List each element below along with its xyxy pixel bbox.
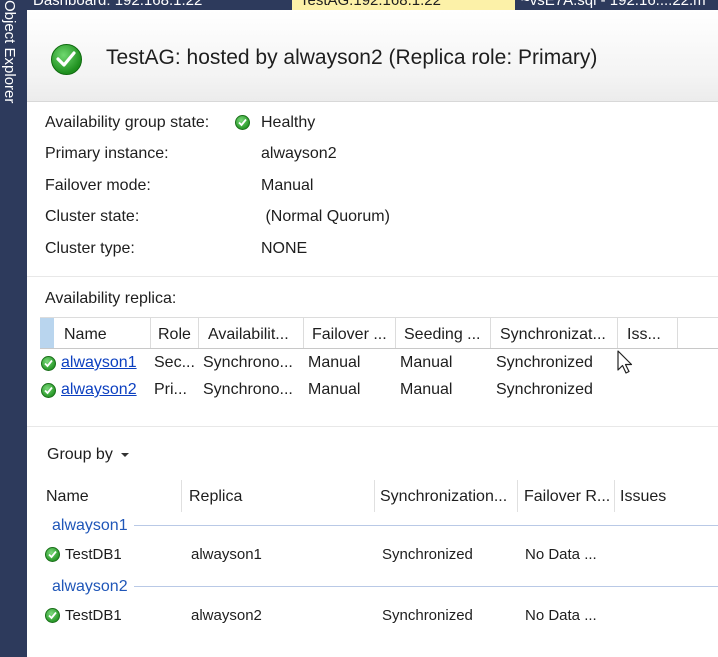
col-seeding[interactable]: Seeding ... [404,326,490,344]
col-failover[interactable]: Failover ... [312,326,392,344]
tab-dashboard[interactable]: Dashboard: 192.168.1.22 [33,0,288,10]
healthy-check-icon [51,44,82,75]
cluster-type-value: NONE [261,240,308,257]
database-name: TestDB1 [65,607,122,624]
section-divider [27,276,718,277]
replica-availability: Synchrono... [203,381,293,398]
replica-role: Sec... [154,354,194,371]
group-header-alwayson1[interactable]: alwayson1 [52,517,128,535]
healthy-check-icon [45,547,60,562]
database-replica: alwayson2 [191,607,262,624]
group-header-alwayson2[interactable]: alwayson2 [52,578,128,596]
healthy-check-icon [235,114,250,132]
replica-availability: Synchrono... [203,354,293,371]
cluster-state-value: (Normal Quorum) [261,208,390,225]
database-sync-state: Synchronized [382,607,473,624]
database-replica: alwayson1 [191,546,262,563]
replica-name-link[interactable]: alwayson1 [61,354,137,372]
cluster-state-label: Cluster state: [45,208,140,225]
col-role[interactable]: Role [158,326,198,344]
dashboard-header: TestAG: hosted by alwayson2 (Replica rol… [27,10,718,102]
tab-testag[interactable]: TestAG:192.168.1.22 [292,0,515,10]
database-name: TestDB1 [65,546,122,563]
replica-name-link[interactable]: alwayson2 [61,381,137,399]
database-failover-readiness: No Data ... [525,546,597,563]
group-by-label: Group by [47,446,113,463]
col-name[interactable]: Name [64,326,150,344]
object-explorer-label[interactable]: Object Explorer [0,0,18,110]
database-failover-readiness: No Data ... [525,607,597,624]
failover-mode-label: Failover mode: [45,177,151,194]
dropdown-caret-icon [120,452,129,457]
row-selector-header[interactable] [40,318,54,348]
replica-sync-state: Synchronized [496,381,593,398]
replica-failover: Manual [308,354,361,371]
object-explorer-sidebar[interactable]: Object Explorer [0,0,27,657]
group-divider [134,525,718,526]
document-tabs: Dashboard: 192.168.1.22 TestAG:192.168.1… [27,0,718,10]
col-synchronization[interactable]: Synchronizat... [500,326,612,344]
group-by-dropdown[interactable]: Group by [47,446,129,464]
replica-seeding: Manual [400,381,453,398]
group-divider [134,586,718,587]
tab-testag-label: TestAG:192.168.1.22 [300,0,441,9]
replica-sync-state: Synchronized [496,354,593,371]
db-col-failover-readiness[interactable]: Failover R... [524,488,612,506]
db-col-issues[interactable]: Issues [620,488,666,506]
replica-failover: Manual [308,381,361,398]
mouse-cursor-icon [617,350,633,374]
col-availability[interactable]: Availabilit... [208,326,304,344]
ag-state-value: Healthy [261,114,316,131]
col-issues[interactable]: Iss... [627,326,677,344]
section-divider [27,426,718,427]
healthy-check-icon [41,356,56,371]
page-title: TestAG: hosted by alwayson2 (Replica rol… [106,46,598,69]
database-sync-state: Synchronized [382,546,473,563]
primary-instance-value: alwayson2 [261,145,337,162]
healthy-check-icon [45,608,60,623]
ag-state-label: Availability group state: [45,114,210,131]
db-col-synchronization[interactable]: Synchronization... [380,488,514,506]
replica-grid-header: Name Role Availabilit... Failover ... Se… [40,317,718,349]
replica-section-title: Availability replica: [45,290,177,307]
replica-seeding: Manual [400,354,453,371]
primary-instance-label: Primary instance: [45,145,169,162]
db-col-replica[interactable]: Replica [189,488,242,506]
cluster-type-label: Cluster type: [45,240,135,257]
tab-sql-query[interactable]: ~vsE7A.sql - 192.16....22.m [521,0,718,10]
db-col-name[interactable]: Name [46,488,89,506]
healthy-check-icon [41,383,56,398]
replica-role: Pri... [154,381,187,398]
failover-mode-value: Manual [261,177,314,194]
